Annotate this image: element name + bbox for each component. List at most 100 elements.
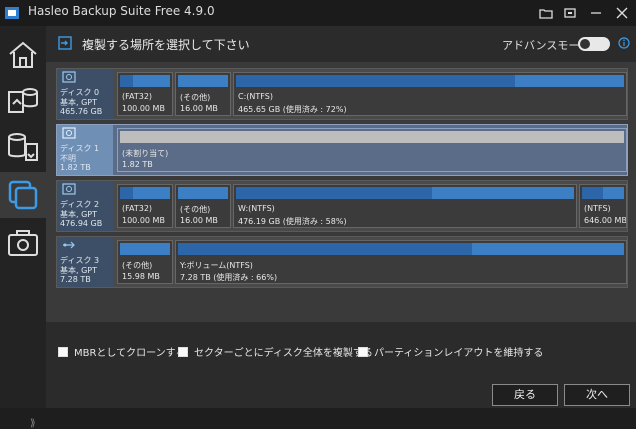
restore-icon [8,133,38,161]
app-title: Hasleo Backup Suite Free 4.9.0 [28,4,215,18]
app-logo-icon [5,7,19,19]
sidebar-item-clone[interactable] [0,172,46,218]
partition-label: (FAT32) [122,92,153,101]
sector-copy-option[interactable]: セクターごとにディスク全体を複製する [178,344,373,359]
disk-row-2[interactable]: ディスク 2 基本, GPT 476.94 GB (FAT32) 100.00 … [56,180,628,232]
backup-icon [8,88,38,113]
sidebar: ⟫ [0,26,46,429]
disk-size: 7.28 TB [60,275,91,284]
partition-size: 16.00 MB [180,216,218,225]
usage-fill [120,187,133,199]
disk-icon [62,127,76,139]
keep-layout-checkbox[interactable] [358,347,368,357]
usage-bar [236,75,624,87]
partition[interactable]: Y:ボリューム(NTFS) 7.28 TB (使用済み : 66%) [175,240,627,284]
clone-options: MBRとしてクローンする セクターごとにディスク全体を複製する パーティションレ… [46,322,636,368]
sector-copy-checkbox[interactable] [178,347,188,357]
sidebar-item-home[interactable] [0,32,46,78]
partition-size: 16.00 MB [180,104,218,113]
usage-bar [178,187,228,199]
partition-label: (NTFS) [584,204,611,213]
disk-info: ディスク 1 不明 1.82 TB [57,125,113,175]
advanced-mode-toggle[interactable] [578,37,610,51]
partition-size: 476.19 GB (使用済み : 58%) [238,217,347,226]
disk-icon [62,183,76,195]
partition[interactable]: W:(NTFS) 476.19 GB (使用済み : 58%) [233,184,577,228]
close-icon[interactable] [614,5,630,21]
disk-info: ディスク 0 基本, GPT 465.76 GB [57,69,113,119]
page-title: 複製する場所を選択して下さい [82,38,250,52]
partition-unallocated[interactable]: (未割り当て) 1.82 TB [117,128,627,172]
usage-fill [236,187,433,199]
usage-bar [178,75,228,87]
usage-bar [236,187,574,199]
partition-size: 646.00 MB [584,216,627,225]
partition-label: C:(NTFS) [238,92,273,101]
usage-bar [178,243,624,255]
partition-label: (FAT32) [122,204,153,213]
clone-target-icon [58,36,72,50]
partition[interactable]: (FAT32) 100.00 MB [117,72,173,116]
usage-bar [582,187,624,199]
disk-row-3[interactable]: ディスク 3 基本, GPT 7.28 TB (その他) 15.98 MB Y:… [56,236,628,288]
back-button[interactable]: 戻る [492,384,558,406]
usage-bar [120,243,170,255]
partition-label: W:(NTFS) [238,204,275,213]
usage-fill [120,75,133,87]
window-icon[interactable] [562,5,578,21]
mbr-clone-label: MBRとしてクローンする [74,348,186,359]
partition-size: 100.00 MB [122,216,165,225]
partition-label: (その他) [180,205,211,214]
mbr-clone-option[interactable]: MBRとしてクローンする [58,344,186,359]
disk-size: 1.82 TB [60,163,91,172]
partition[interactable]: (FAT32) 100.00 MB [117,184,173,228]
next-button[interactable]: 次へ [564,384,630,406]
usage-fill [582,187,603,199]
folder-icon[interactable] [538,5,554,21]
partition-label: (未割り当て) [122,149,169,158]
partition-label: (その他) [122,261,153,270]
disk-info: ディスク 3 基本, GPT 7.28 TB [57,237,113,287]
mbr-clone-checkbox[interactable] [58,347,68,357]
usage-fill [178,243,473,255]
partition[interactable]: (その他) 15.98 MB [117,240,173,284]
partition-size: 7.28 TB (使用済み : 66%) [180,273,278,282]
usage-bar [120,187,170,199]
usb-disk-icon [63,241,75,249]
disk-size: 465.76 GB [60,107,103,116]
minimize-icon[interactable] [588,5,604,21]
collapse-arrows-icon[interactable]: ⟫ [30,418,36,429]
usage-bar [120,131,624,143]
info-icon[interactable] [618,37,630,49]
disk-row-1[interactable]: ディスク 1 不明 1.82 TB (未割り当て) 1.82 TB [56,124,628,176]
partition-size: 465.65 GB (使用済み : 72%) [238,105,347,114]
keep-layout-label: パーティションレイアウトを維持する [374,348,544,359]
tools-icon [8,230,38,256]
keep-layout-option[interactable]: パーティションレイアウトを維持する [358,344,543,359]
title-bar: Hasleo Backup Suite Free 4.9.0 [0,0,636,26]
disk-row-0[interactable]: ディスク 0 基本, GPT 465.76 GB (FAT32) 100.00 … [56,68,628,120]
disk-size: 476.94 GB [60,219,103,228]
sidebar-item-restore[interactable] [0,124,46,170]
partition[interactable]: (その他) 16.00 MB [175,72,231,116]
sector-copy-label: セクターごとにディスク全体を複製する [194,348,373,359]
disk-info: ディスク 2 基本, GPT 476.94 GB [57,181,113,231]
partition[interactable]: C:(NTFS) 465.65 GB (使用済み : 72%) [233,72,627,116]
partition-label: Y:ボリューム(NTFS) [180,261,253,270]
usage-fill [236,75,516,87]
toggle-knob [580,39,590,49]
usage-bar [120,75,170,87]
partition-label: (その他) [180,93,211,102]
partition-size: 1.82 TB [122,160,153,169]
partition-size: 100.00 MB [122,104,165,113]
sidebar-item-backup[interactable] [0,78,46,124]
disk-list: ディスク 0 基本, GPT 465.76 GB (FAT32) 100.00 … [46,62,636,322]
clone-icon [8,180,38,210]
home-icon [9,41,37,68]
partition[interactable]: (その他) 16.00 MB [175,184,231,228]
main-panel: 複製する場所を選択して下さい アドバンスモード ディスク 0 基本, GPT 4… [46,26,636,408]
partition[interactable]: (NTFS) 646.00 MB [579,184,627,228]
sidebar-item-tools[interactable] [0,220,46,266]
disk-icon [62,71,76,83]
partition-size: 15.98 MB [122,272,160,281]
